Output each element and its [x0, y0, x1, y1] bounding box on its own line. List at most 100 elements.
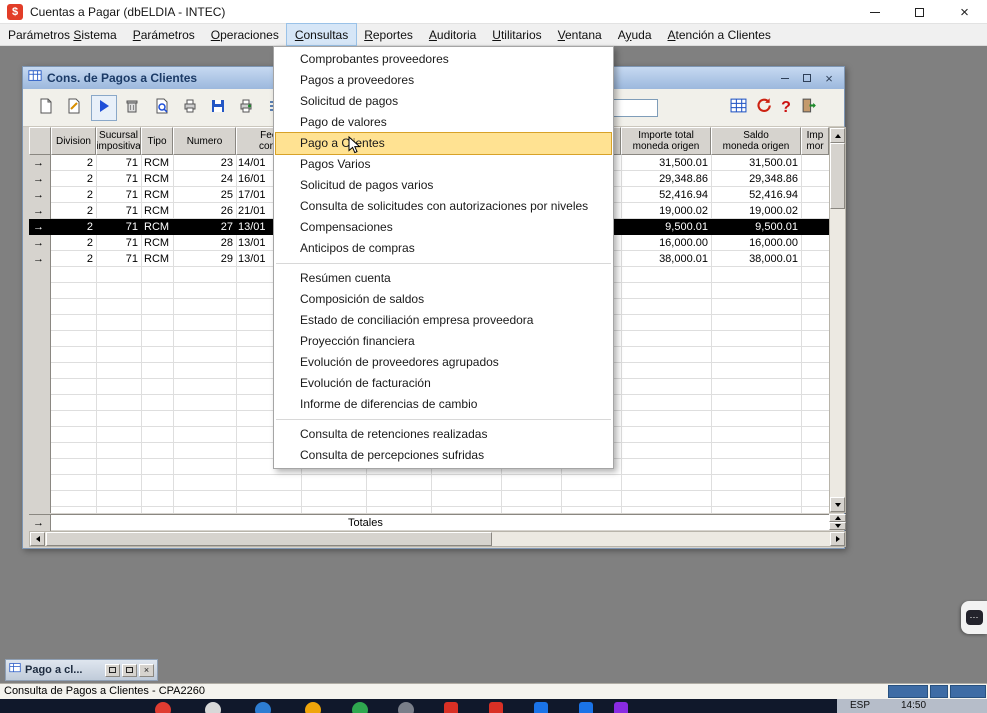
cell-tipo: RCM: [141, 251, 173, 267]
cell-numero: 24: [173, 171, 236, 187]
chat-widget-button[interactable]: ⋯: [961, 601, 987, 634]
save-button[interactable]: [205, 95, 231, 121]
cell-importe-total: 9,500.01: [621, 219, 711, 235]
menu-item-pagos-a-proveedores[interactable]: Pagos a proveedores: [274, 70, 613, 91]
column-header-division[interactable]: Division: [51, 127, 96, 155]
menubar-item-ayuda[interactable]: Ayuda: [610, 24, 660, 45]
menu-item-pagos-varios[interactable]: Pagos Varios: [274, 154, 613, 175]
taskbar-app-icon[interactable]: [444, 702, 458, 713]
menubar-item-utilitarios[interactable]: Utilitarios: [484, 24, 549, 45]
table-view-button[interactable]: [726, 96, 750, 120]
child-close-button[interactable]: ×: [822, 71, 836, 85]
column-header-numero[interactable]: Numero: [173, 127, 236, 155]
taskbar-app-icon[interactable]: [614, 702, 628, 713]
clock[interactable]: 14:50: [901, 700, 926, 711]
scroll-up-button[interactable]: [830, 128, 845, 143]
column-header-sucursal-impositiva[interactable]: Sucursalimpositiva: [96, 127, 141, 155]
run-query-button[interactable]: [91, 95, 117, 121]
row-indicator-icon: →: [33, 515, 49, 531]
menu-item-resumen-cuenta[interactable]: Resúmen cuenta: [274, 268, 613, 289]
help-button[interactable]: ?: [774, 96, 798, 120]
menu-item-solicitud-de-pagos-varios[interactable]: Solicitud de pagos varios: [274, 175, 613, 196]
vertical-scroll-thumb[interactable]: [830, 143, 845, 209]
menubar-item-parametros-sistema[interactable]: Parámetros Sistema: [0, 24, 125, 45]
column-header-tipo[interactable]: Tipo: [141, 127, 173, 155]
taskbar-app-icon[interactable]: [489, 702, 503, 713]
maximize-button[interactable]: [122, 664, 137, 677]
menubar-item-parametros[interactable]: Parámetros: [125, 24, 203, 45]
menu-item-comprobantes-proveedores[interactable]: Comprobantes proveedores: [274, 49, 613, 70]
row-indicator-icon: →: [33, 187, 49, 203]
menu-item-informe-diferencias-de-cambio[interactable]: Informe de diferencias de cambio: [274, 394, 613, 415]
cell-saldo: 9,500.01: [711, 219, 801, 235]
refresh-button[interactable]: [751, 96, 775, 120]
scroll-down-button[interactable]: [830, 497, 845, 512]
menu-item-proyeccion-financiera[interactable]: Proyección financiera: [274, 331, 613, 352]
taskbar-app-icon[interactable]: [155, 702, 171, 713]
menubar-item-operaciones[interactable]: Operaciones: [203, 24, 287, 45]
taskbar-app-icon[interactable]: [579, 702, 593, 713]
menu-item-solicitud-de-pagos[interactable]: Solicitud de pagos: [274, 91, 613, 112]
delete-record-button[interactable]: [119, 95, 145, 121]
menu-item-composicion-de-saldos[interactable]: Composición de saldos: [274, 289, 613, 310]
separator-line: [276, 263, 611, 264]
menu-item-pago-de-valores[interactable]: Pago de valores: [274, 112, 613, 133]
maximize-icon: [915, 8, 924, 17]
minimize-button[interactable]: [852, 0, 897, 24]
cell-division: 2: [51, 235, 96, 251]
taskbar-app-icon[interactable]: [352, 702, 368, 713]
consultas-dropdown-menu: Comprobantes proveedores Pagos a proveed…: [273, 46, 614, 469]
menu-item-consulta-percepciones-sufridas[interactable]: Consulta de percepciones sufridas: [274, 445, 613, 466]
menubar-item-ventana[interactable]: Ventana: [550, 24, 610, 45]
exit-button[interactable]: [797, 96, 821, 120]
scroll-left-button[interactable]: [30, 532, 45, 546]
restore-button[interactable]: [105, 664, 120, 677]
spinner-down-button[interactable]: [829, 522, 846, 530]
menu-item-anticipos-de-compras[interactable]: Anticipos de compras: [274, 238, 613, 259]
preview-button[interactable]: [149, 95, 175, 121]
cell-saldo: 16,000.00: [711, 235, 801, 251]
arrow-up-icon: [835, 134, 841, 138]
print-button[interactable]: [177, 95, 203, 121]
minimized-window-pago-a-clientes[interactable]: Pago a cl... ×: [5, 659, 158, 681]
taskbar-app-icon[interactable]: [305, 702, 321, 713]
cell-importe-total: 52,416.94: [621, 187, 711, 203]
close-button[interactable]: ×: [942, 0, 987, 24]
cell-division: 2: [51, 251, 96, 267]
menu-item-pago-a-clientes[interactable]: Pago a Clientes: [276, 133, 611, 154]
new-record-button[interactable]: [33, 95, 59, 121]
menubar-item-auditoria[interactable]: Auditoria: [421, 24, 484, 45]
cell-division: 2: [51, 203, 96, 219]
taskbar-app-icon[interactable]: [398, 702, 414, 713]
menu-item-evolucion-proveedores-agrupados[interactable]: Evolución de proveedores agrupados: [274, 352, 613, 373]
column-header-importe-total[interactable]: Importe totalmoneda origen: [621, 127, 711, 155]
menubar-item-consultas[interactable]: Consultas: [287, 24, 356, 45]
close-button[interactable]: ×: [139, 664, 154, 677]
cell-importe-total: 29,348.86: [621, 171, 711, 187]
language-indicator[interactable]: ESP: [850, 700, 870, 711]
child-minimize-button[interactable]: [778, 71, 792, 85]
menu-item-compensaciones[interactable]: Compensaciones: [274, 217, 613, 238]
taskbar-app-icon[interactable]: [205, 702, 221, 713]
grid-vertical-scrollbar[interactable]: [829, 127, 846, 513]
grid-horizontal-scrollbar[interactable]: [29, 531, 846, 547]
taskbar-app-icon[interactable]: [255, 702, 271, 713]
column-header-saldo[interactable]: Saldomoneda origen: [711, 127, 801, 155]
menu-separator: [274, 415, 613, 424]
menubar-item-reportes[interactable]: Reportes: [356, 24, 421, 45]
column-header-importe-mor[interactable]: Impmor: [801, 127, 829, 155]
menu-item-consulta-retenciones-realizadas[interactable]: Consulta de retenciones realizadas: [274, 424, 613, 445]
print-setup-button[interactable]: [233, 95, 259, 121]
edit-record-button[interactable]: [61, 95, 87, 121]
taskbar-app-icon[interactable]: [534, 702, 548, 713]
menu-item-estado-conciliacion-empresa-proveedora[interactable]: Estado de conciliación empresa proveedor…: [274, 310, 613, 331]
print-setup-icon: [238, 98, 254, 119]
maximize-button[interactable]: [897, 0, 942, 24]
child-maximize-button[interactable]: [800, 71, 814, 85]
scroll-right-button[interactable]: [830, 532, 845, 546]
spinner-up-button[interactable]: [829, 514, 846, 522]
menu-item-consulta-solicitudes-autorizaciones-niveles[interactable]: Consulta de solicitudes con autorizacion…: [274, 196, 613, 217]
horizontal-scroll-thumb[interactable]: [46, 532, 492, 546]
menu-item-evolucion-de-facturacion[interactable]: Evolución de facturación: [274, 373, 613, 394]
menubar-item-atencion-a-clientes[interactable]: Atención a Clientes: [660, 24, 779, 45]
